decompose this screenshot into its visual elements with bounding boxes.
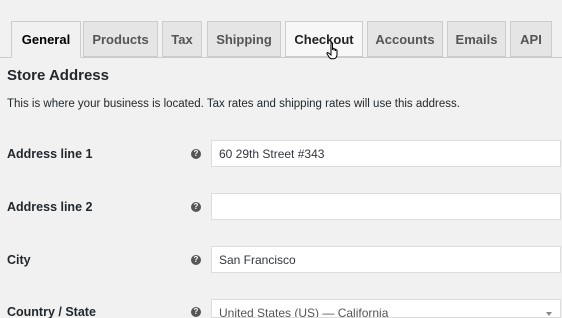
help-icon[interactable]: ?	[191, 202, 201, 212]
tab-emails[interactable]: Emails	[447, 21, 506, 57]
address-line-1-field[interactable]: 60 29th Street #343	[211, 140, 561, 167]
tab-general[interactable]: General	[11, 21, 81, 58]
address-line-2-label: Address line 2	[7, 200, 93, 214]
help-icon[interactable]: ?	[191, 149, 201, 159]
section-description: This is where your business is located. …	[7, 98, 460, 110]
tab-accounts[interactable]: Accounts	[367, 21, 443, 57]
tab-label: Emails	[455, 31, 498, 47]
address-line-2-field[interactable]	[211, 193, 561, 220]
settings-page: General Products Tax Shipping Checkout A…	[0, 0, 562, 318]
tab-label: Shipping	[216, 31, 272, 47]
tab-label: General	[21, 32, 71, 47]
address-line-1-label: Address line 1	[7, 147, 93, 161]
tab-label: Tax	[171, 31, 193, 47]
settings-tabs: General Products Tax Shipping Checkout A…	[0, 0, 562, 58]
help-icon[interactable]: ?	[191, 307, 201, 317]
chevron-down-icon	[546, 312, 552, 316]
help-icon[interactable]: ?	[191, 255, 201, 265]
section-title: Store Address	[7, 67, 109, 84]
tab-products[interactable]: Products	[83, 21, 158, 57]
tab-tax[interactable]: Tax	[162, 21, 202, 57]
tab-label: Checkout	[294, 31, 354, 47]
tab-label: Accounts	[375, 31, 435, 47]
hand-pointer-icon	[326, 42, 338, 60]
tab-label: Products	[92, 31, 149, 47]
city-field[interactable]: San Francisco	[211, 246, 561, 273]
tab-checkout[interactable]: Checkout	[285, 21, 363, 57]
tab-shipping[interactable]: Shipping	[207, 21, 281, 57]
city-label: City	[7, 253, 31, 267]
country-state-label: Country / State	[7, 305, 96, 318]
tab-label: API	[520, 31, 542, 47]
country-state-value: United States (US) — California	[219, 306, 389, 318]
country-state-select[interactable]: United States (US) — California	[211, 299, 561, 318]
tab-api[interactable]: API	[510, 21, 552, 57]
